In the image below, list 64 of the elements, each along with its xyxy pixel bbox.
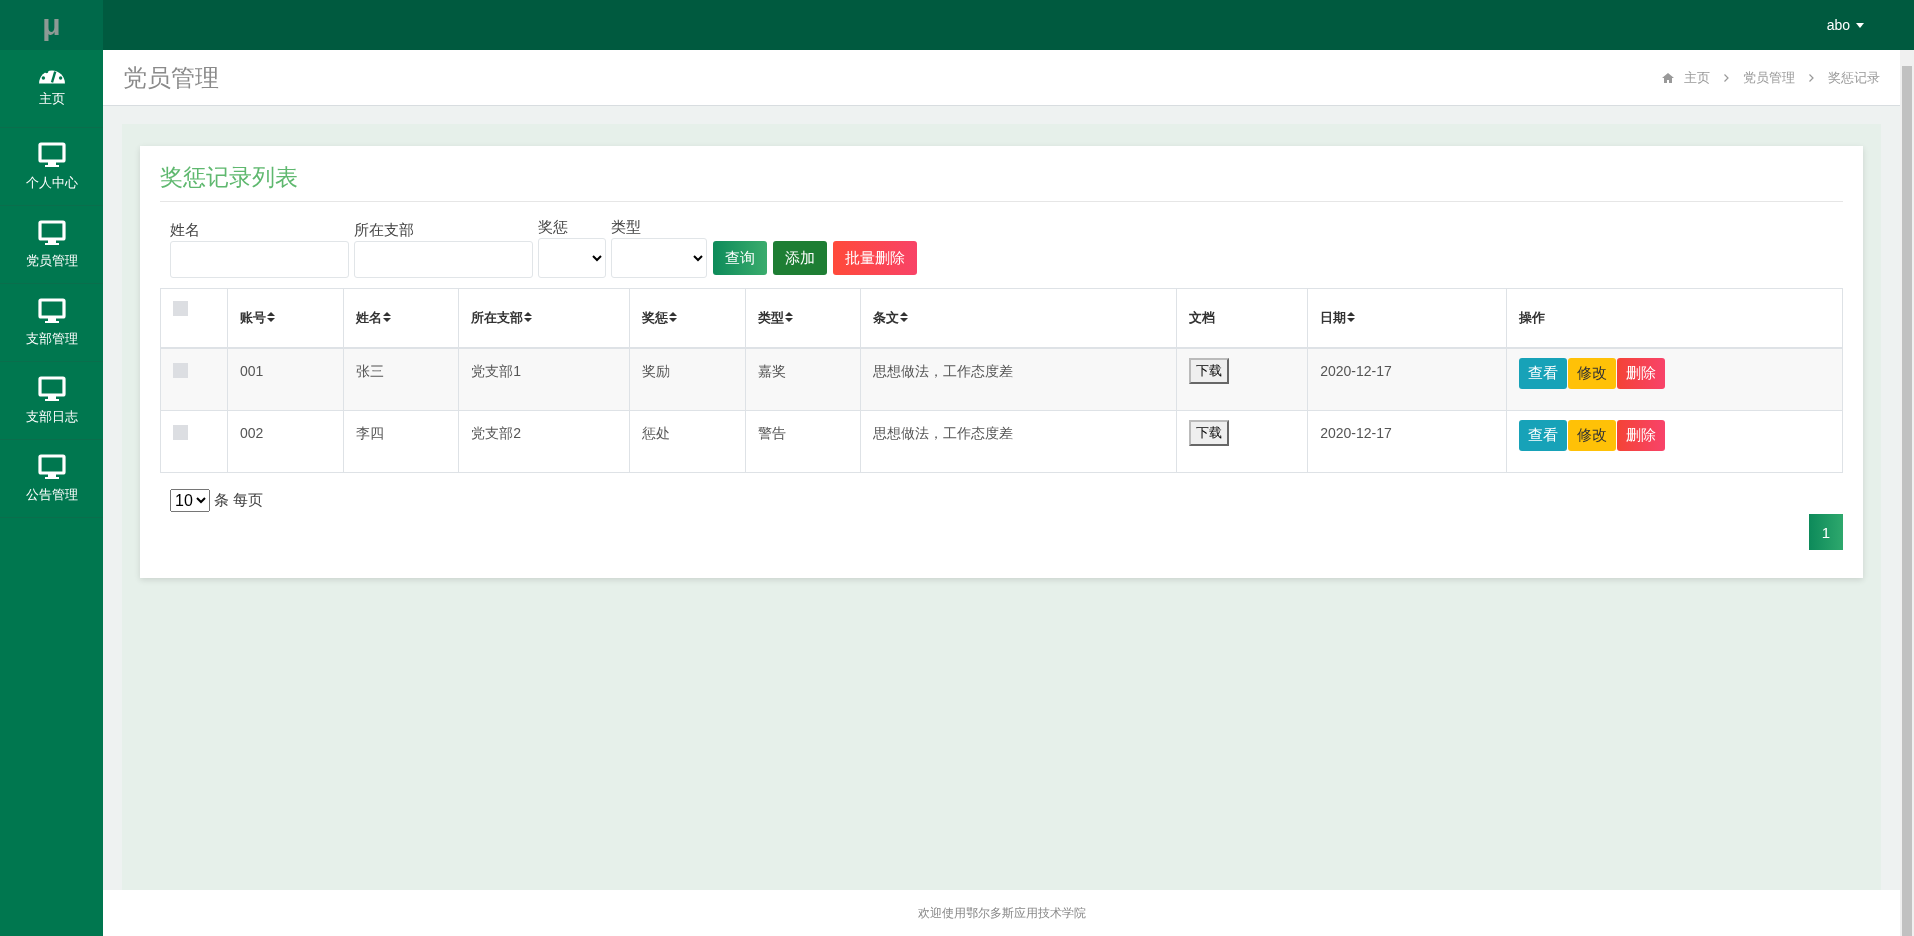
sort-icon[interactable] [1347, 312, 1356, 322]
chevron-icon [1724, 73, 1729, 82]
table-cell: 惩处 [629, 410, 746, 473]
field-label: 所在支部 [354, 221, 415, 240]
table-cell: 党支部1 [458, 348, 630, 411]
table-cell: 李四 [343, 410, 459, 473]
table-cell: 001 [227, 348, 344, 411]
page-size-select[interactable]: 10 [170, 489, 210, 512]
breadcrumb-link[interactable]: 奖惩记录 [1828, 68, 1880, 87]
page-button[interactable]: 1 [1809, 514, 1843, 550]
edit-button[interactable]: 修改 [1567, 420, 1616, 451]
caret-icon [1856, 22, 1864, 28]
monitor-icon [37, 141, 66, 168]
breadcrumb-link[interactable]: 主页 [1684, 68, 1710, 87]
card-title: 奖惩记录列表 [160, 158, 1843, 202]
input-field[interactable] [170, 241, 349, 278]
page-size-label: 条 每页 [214, 491, 264, 510]
delete-button[interactable]: 删除 [1616, 358, 1665, 389]
page-title: 党员管理 [123, 62, 219, 93]
footer-text: 欢迎使用鄂尔多斯应用技术学院 [917, 904, 1086, 922]
search-button[interactable]: 查询 [713, 241, 767, 275]
table-cell: 张三 [343, 348, 459, 411]
monitor-icon [37, 219, 66, 246]
table-cell: 嘉奖 [745, 348, 861, 411]
select-field[interactable] [538, 238, 606, 278]
select-field[interactable] [611, 238, 707, 278]
table-cell: 奖励 [629, 348, 746, 411]
sort-icon[interactable] [900, 312, 909, 322]
home-icon [1662, 72, 1674, 83]
sort-icon[interactable] [668, 312, 677, 322]
monitor-icon [37, 297, 66, 324]
field-label: 姓名 [170, 221, 201, 240]
view-button[interactable]: 查看 [1518, 358, 1567, 389]
table-cell: 思想做法，工作态度差 [860, 410, 1177, 473]
table-cell: 002 [227, 410, 344, 473]
checkbox[interactable] [173, 363, 188, 378]
checkbox[interactable] [173, 301, 188, 316]
download-button[interactable]: 下载 [1189, 420, 1230, 446]
view-button[interactable]: 查看 [1518, 420, 1567, 451]
table-cell: 思想做法，工作态度差 [860, 348, 1177, 411]
dashboard-icon [38, 69, 65, 84]
field-label: 奖惩 [538, 218, 569, 237]
sort-icon[interactable] [266, 312, 275, 322]
edit-button[interactable]: 修改 [1567, 358, 1616, 389]
delete-button[interactable]: 删除 [1616, 420, 1665, 451]
table-cell: 2020-12-17 [1307, 348, 1507, 411]
user-menu[interactable]: abo [1826, 17, 1864, 33]
delete-button[interactable]: 批量删除 [833, 241, 917, 275]
monitor-icon [37, 375, 66, 402]
table-cell: 党支部2 [458, 410, 630, 473]
field-label: 类型 [611, 218, 642, 237]
add-button[interactable]: 添加 [773, 241, 827, 275]
checkbox[interactable] [173, 425, 188, 440]
chevron-icon [1809, 73, 1814, 82]
table-cell: 2020-12-17 [1307, 410, 1507, 473]
monitor-icon [37, 453, 66, 480]
logo: μ [0, 0, 103, 50]
breadcrumb-link[interactable]: 党员管理 [1743, 68, 1795, 87]
sort-icon[interactable] [524, 312, 533, 322]
sort-icon[interactable] [382, 312, 391, 322]
sort-icon[interactable] [784, 312, 793, 322]
table-cell: 警告 [745, 410, 861, 473]
input-field[interactable] [354, 241, 533, 278]
download-button[interactable]: 下载 [1189, 358, 1230, 384]
